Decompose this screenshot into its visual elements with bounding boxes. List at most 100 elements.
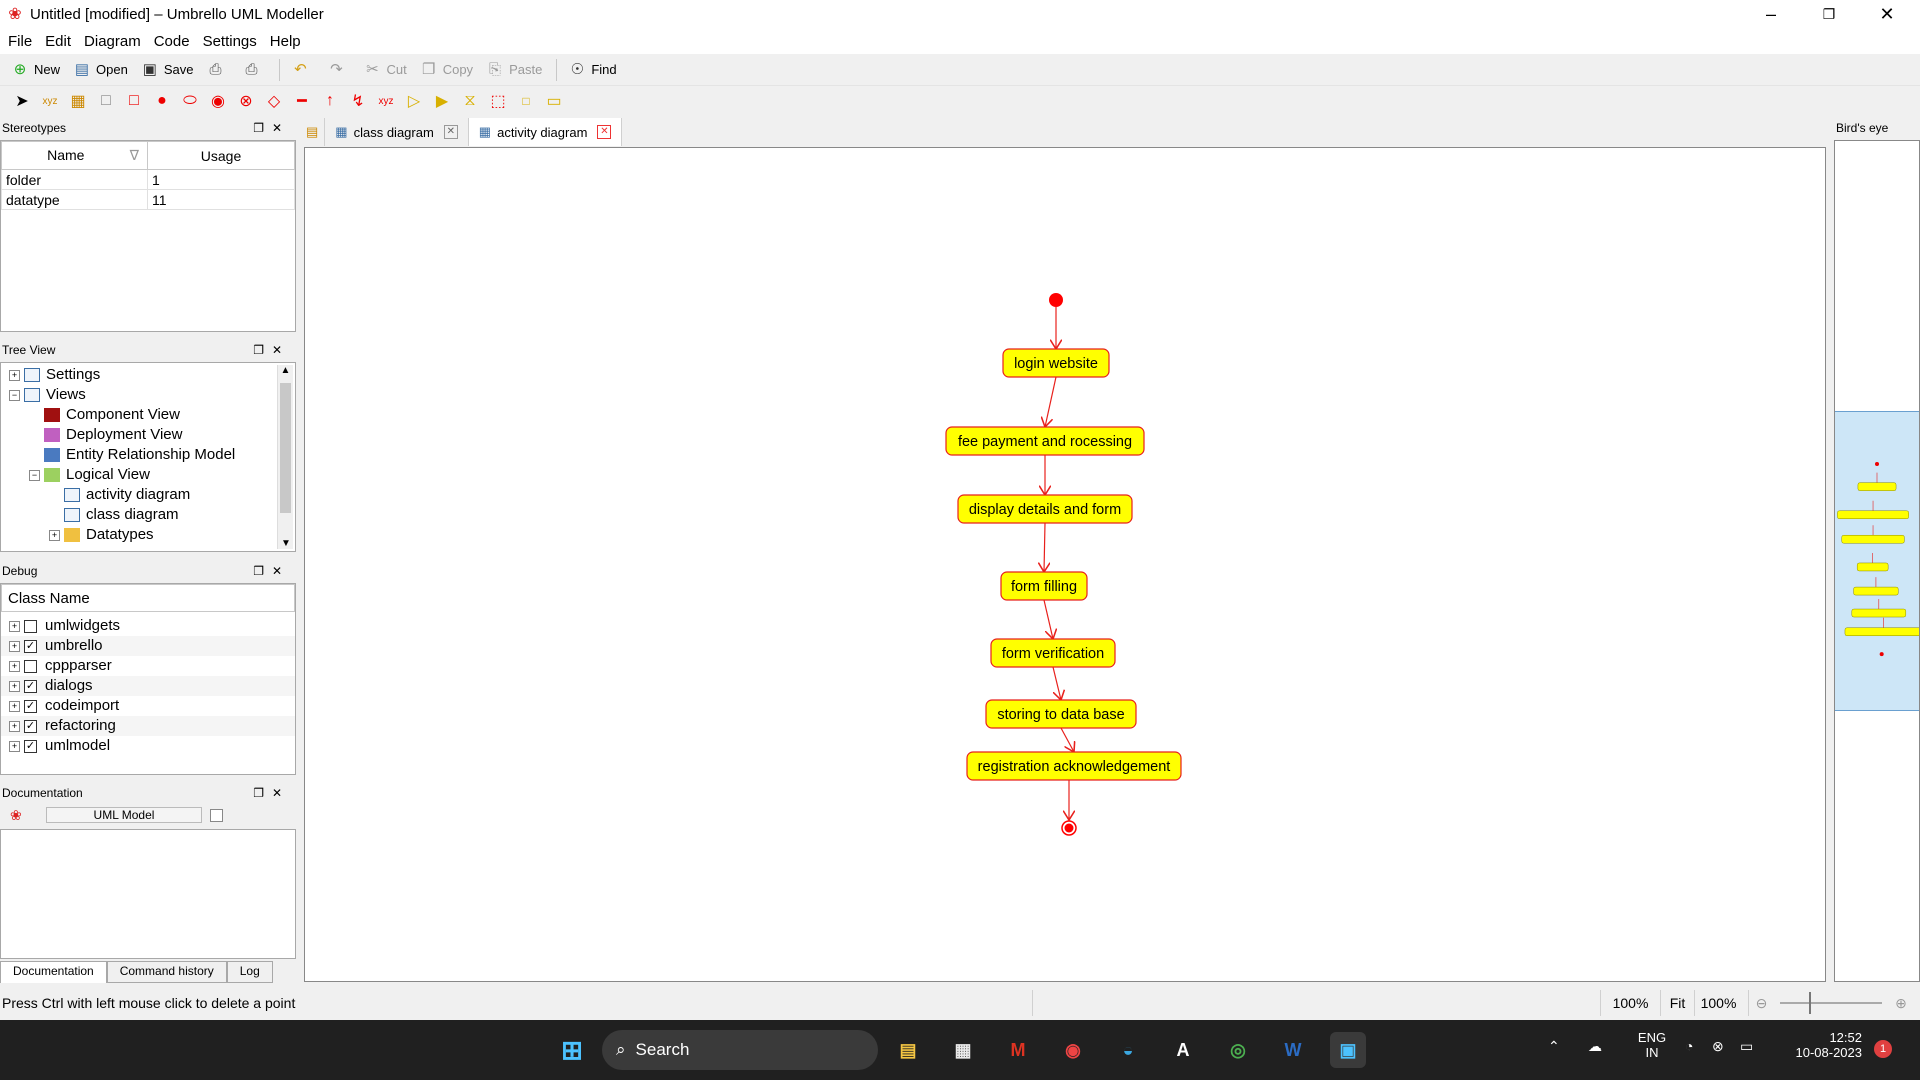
close-tab-icon[interactable]: ✕ bbox=[443, 125, 458, 139]
minimize-button[interactable]: – bbox=[1742, 0, 1800, 29]
redo-button[interactable]: ↷ bbox=[322, 56, 354, 84]
tab-log[interactable]: Log bbox=[226, 961, 273, 983]
note-tool-icon[interactable]: ▦ bbox=[64, 88, 92, 114]
debug-item[interactable]: + ✓ codeimport bbox=[1, 696, 295, 716]
debug-item[interactable]: + ✓ dialogs bbox=[1, 676, 295, 696]
new-tab-button[interactable]: ▤ bbox=[300, 118, 326, 146]
edge-icon[interactable]: ◒ bbox=[1110, 1032, 1146, 1068]
pin-tool-icon[interactable]: xyz bbox=[372, 88, 400, 114]
time-event-tool-icon[interactable]: ⧖ bbox=[456, 88, 484, 114]
volume-mute-icon[interactable]: ⊗ bbox=[1712, 1038, 1724, 1055]
initial-activity-tool-icon[interactable]: ● bbox=[148, 88, 176, 114]
box-tool-icon[interactable]: □ bbox=[120, 88, 148, 114]
fork-tool-icon[interactable]: ━ bbox=[288, 88, 316, 114]
column-header-usage[interactable]: Usage bbox=[147, 141, 295, 170]
control-flow-arrow[interactable] bbox=[1060, 727, 1074, 752]
initial-node[interactable] bbox=[1049, 293, 1063, 307]
word-icon[interactable]: W bbox=[1275, 1032, 1311, 1068]
tab-documentation[interactable]: Documentation bbox=[0, 961, 107, 983]
expand-toggle-icon[interactable]: + bbox=[49, 529, 60, 541]
azure-icon[interactable]: A bbox=[1165, 1032, 1201, 1068]
exception-tool-icon[interactable]: ↯ bbox=[344, 88, 372, 114]
accept-signal-tool-icon[interactable]: ▶ bbox=[428, 88, 456, 114]
scroll-thumb[interactable] bbox=[280, 383, 291, 513]
final-activity-tool-icon[interactable]: ◉ bbox=[204, 88, 232, 114]
diagram-canvas[interactable]: login website fee payment and rocessing di… bbox=[304, 147, 1826, 982]
debug-checkbox[interactable]: ✓ bbox=[24, 679, 37, 693]
send-signal-tool-icon[interactable]: ▷ bbox=[400, 88, 428, 114]
expand-toggle-icon[interactable]: + bbox=[9, 720, 20, 732]
scroll-down-icon[interactable]: ▼ bbox=[278, 538, 294, 549]
windows-start-icon[interactable]: ⊞ bbox=[554, 1032, 590, 1068]
clock[interactable]: 12:52 10-08-2023 bbox=[1780, 1030, 1863, 1060]
column-header-name[interactable]: Name ∇ bbox=[1, 141, 148, 170]
table-row[interactable]: folder 1 bbox=[1, 169, 295, 190]
partition-tool-icon[interactable]: ▭ bbox=[540, 88, 568, 114]
print-button[interactable]: ⎙ bbox=[201, 56, 233, 84]
tree-item[interactable]: + Datatypes bbox=[1, 525, 295, 545]
debug-item[interactable]: + cppparser bbox=[1, 656, 295, 676]
tab-class-diagram[interactable]: ▦ class diagram ✕ bbox=[325, 118, 469, 146]
menu-code[interactable]: Code bbox=[148, 33, 197, 50]
expand-toggle-icon[interactable]: + bbox=[9, 740, 20, 752]
expand-toggle-icon[interactable]: + bbox=[9, 680, 20, 692]
chrome-icon[interactable]: ◎ bbox=[1220, 1032, 1256, 1068]
expand-toggle-icon[interactable]: − bbox=[29, 469, 40, 481]
tree-scrollbar[interactable]: ▲ ▼ bbox=[277, 365, 293, 549]
tree-item[interactable]: + Settings bbox=[1, 365, 295, 385]
new-button[interactable]: ⊕ New bbox=[6, 56, 64, 84]
paste-button[interactable]: ⎘ Paste bbox=[481, 56, 546, 84]
onedrive-icon[interactable]: ☁ bbox=[1588, 1038, 1602, 1055]
owl-app-icon[interactable]: ◉ bbox=[1055, 1032, 1091, 1068]
tree-item[interactable]: − Views bbox=[1, 385, 295, 405]
language-indicator[interactable]: ENG IN bbox=[1632, 1030, 1672, 1060]
save-button[interactable]: ▣ Save bbox=[136, 56, 198, 84]
find-button[interactable]: ☉ Find bbox=[563, 56, 620, 84]
debug-checkbox[interactable]: ✓ bbox=[24, 739, 37, 753]
tab-activity-diagram[interactable]: ▦ activity diagram ✕ bbox=[468, 118, 623, 146]
close-window-button[interactable]: ✕ bbox=[1858, 0, 1916, 29]
object-node-tool-icon[interactable]: □ bbox=[512, 88, 540, 114]
fit-button[interactable]: Fit bbox=[1660, 990, 1694, 1016]
print-preview-button[interactable]: ⎙ bbox=[237, 56, 269, 84]
documentation-checkbox[interactable] bbox=[210, 808, 223, 822]
debug-checkbox[interactable]: ✓ bbox=[24, 639, 37, 653]
menu-edit[interactable]: Edit bbox=[39, 33, 78, 50]
select-tool-icon[interactable]: ➤ bbox=[8, 88, 36, 114]
taskbar-search[interactable]: ⌕ Search bbox=[602, 1030, 878, 1070]
documentation-textarea[interactable] bbox=[0, 829, 296, 959]
branch-tool-icon[interactable]: ◇ bbox=[260, 88, 288, 114]
anchor-tool-icon[interactable]: xyz bbox=[36, 88, 64, 114]
tree-item[interactable]: class diagram bbox=[1, 505, 295, 525]
restore-button[interactable]: ❐ bbox=[1800, 0, 1858, 29]
open-button[interactable]: ▤ Open bbox=[68, 56, 132, 84]
flow-final-tool-icon[interactable]: ⊗ bbox=[232, 88, 260, 114]
notification-badge[interactable]: 1 bbox=[1874, 1040, 1892, 1058]
mcafee-icon[interactable]: M bbox=[1000, 1032, 1036, 1068]
zoom-out-icon[interactable]: ⊖ bbox=[1748, 990, 1774, 1016]
expand-toggle-icon[interactable]: + bbox=[9, 660, 20, 672]
control-flow-arrow[interactable] bbox=[1045, 376, 1057, 427]
debug-checkbox[interactable] bbox=[24, 659, 37, 673]
debug-item[interactable]: + ✓ umlmodel bbox=[1, 736, 295, 756]
control-flow-arrow[interactable] bbox=[1043, 599, 1053, 639]
menu-file[interactable]: File bbox=[2, 33, 39, 50]
tree-item[interactable]: Component View bbox=[1, 405, 295, 425]
close-tab-icon[interactable]: ✕ bbox=[597, 125, 612, 139]
scroll-up-icon[interactable]: ▲ bbox=[278, 365, 293, 376]
menu-settings[interactable]: Settings bbox=[197, 33, 264, 50]
menu-diagram[interactable]: Diagram bbox=[78, 33, 148, 50]
zoom-input[interactable]: 100% bbox=[1694, 990, 1742, 1016]
debug-checkbox[interactable]: ✓ bbox=[24, 719, 37, 733]
uml-model-field[interactable]: UML Model bbox=[46, 807, 202, 823]
text-tool-icon[interactable]: □ bbox=[92, 88, 120, 114]
copy-button[interactable]: ❐ Copy bbox=[415, 56, 477, 84]
debug-item[interactable]: + ✓ umbrello bbox=[1, 636, 295, 656]
control-flow-arrow[interactable] bbox=[1044, 522, 1045, 572]
transition-tool-icon[interactable]: ↑ bbox=[316, 88, 344, 114]
tree-item[interactable]: Deployment View bbox=[1, 425, 295, 445]
file-explorer-icon[interactable]: ▤ bbox=[890, 1032, 926, 1068]
debug-checkbox[interactable] bbox=[24, 619, 37, 633]
umbrello-taskbar-icon[interactable]: ▣ bbox=[1330, 1032, 1366, 1068]
zoom-slider-handle[interactable] bbox=[1809, 992, 1811, 1014]
